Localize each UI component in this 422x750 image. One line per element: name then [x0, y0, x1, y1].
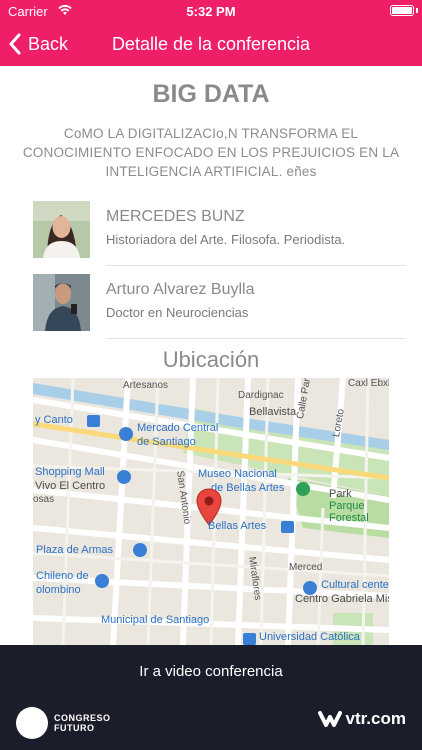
- speaker-name: Arturo Alvarez Buylla: [106, 281, 255, 298]
- avatar: [33, 201, 90, 258]
- map-label: Merced: [289, 562, 323, 573]
- battery-tip: [416, 8, 418, 13]
- map-label: Forestal: [329, 512, 369, 524]
- map-label: osas: [33, 494, 55, 505]
- map-label: olombino: [36, 584, 81, 596]
- vtr-logo: vtr.com: [317, 709, 406, 729]
- map-label: Bellavista: [249, 406, 297, 418]
- map-label: Shopping Mall: [35, 466, 105, 478]
- location-title: Ubicación: [162, 347, 260, 372]
- clock: 5:32 PM: [186, 4, 236, 19]
- speaker-item[interactable]: MERCEDES BUNZ Historiadora del Arte. Fil…: [0, 198, 422, 268]
- map-label: Plaza de Armas: [36, 544, 114, 556]
- map-label: Chileno de: [36, 570, 89, 582]
- metro-icon: [243, 633, 256, 645]
- conference-description: CoMO LA DIGITALIZACIo,N TRANSFORMA EL CO…: [22, 126, 400, 179]
- logo-line-2: FUTURO: [54, 723, 95, 733]
- map-label: de Bellas Artes: [211, 482, 285, 494]
- status-bar: Carrier 5:32 PM: [0, 0, 422, 22]
- map-label: de Santiago: [137, 436, 196, 448]
- map-label: Museo Nacional: [198, 468, 277, 480]
- congreso-futuro-logo: CONGRESO FUTURO: [16, 707, 111, 739]
- speaker-name: MERCEDES BUNZ: [106, 208, 245, 225]
- bottom-bar: Ir a video conferencia CONGRESO FUTURO v…: [0, 645, 422, 750]
- map-label: Mercado Central: [137, 422, 219, 434]
- map-label: Bellas Artes: [208, 520, 267, 532]
- speaker-item[interactable]: Arturo Alvarez Buylla Doctor en Neurocie…: [0, 271, 422, 341]
- location-map[interactable]: Artesanos Dardignac Bellavista Calle Par…: [33, 378, 389, 645]
- map-label: Parque: [329, 500, 365, 512]
- logo-line-1: CONGRESO: [54, 713, 111, 723]
- navigation-bar: Back Detalle de la conferencia: [0, 22, 422, 66]
- shopping-icon: [117, 470, 131, 484]
- logo-circle-icon: [16, 707, 48, 739]
- map-label: Vivo El Centro: [35, 480, 106, 492]
- map-label: Universidad Católica: [259, 631, 360, 643]
- museum-icon: [95, 574, 109, 588]
- map-label: Cultural center: [321, 579, 389, 591]
- speaker-role: Historiadora del Arte. Filosofa. Periodi…: [106, 232, 346, 247]
- vtr-logo-text: vtr.com: [345, 709, 406, 728]
- divider: [106, 265, 406, 266]
- metro-icon: [87, 415, 100, 427]
- vtr-mark-icon: [317, 711, 342, 727]
- metro-icon: [281, 521, 294, 533]
- map-label: Caxl Ebxlr: [348, 378, 389, 389]
- map-label: Artesanos: [123, 380, 169, 391]
- battery-icon: [390, 5, 414, 16]
- landmark-icon: [133, 543, 147, 557]
- park-icon: [296, 482, 310, 496]
- video-conference-button[interactable]: Ir a video conferencia: [0, 663, 422, 680]
- conference-title: BIG DATA: [152, 80, 270, 108]
- map-label: Park: [329, 488, 352, 500]
- avatar: [33, 274, 90, 331]
- map-label: Centro Gabriela Mistral: [295, 593, 389, 605]
- speaker-role: Doctor en Neurociencias: [106, 305, 249, 320]
- map-label: y Canto: [35, 414, 73, 426]
- divider: [106, 338, 406, 339]
- map-label: Municipal de Santiago: [101, 614, 210, 626]
- map-label: Dardignac: [238, 390, 284, 401]
- page-title: Detalle de la conferencia: [111, 34, 311, 54]
- market-icon: [119, 427, 133, 441]
